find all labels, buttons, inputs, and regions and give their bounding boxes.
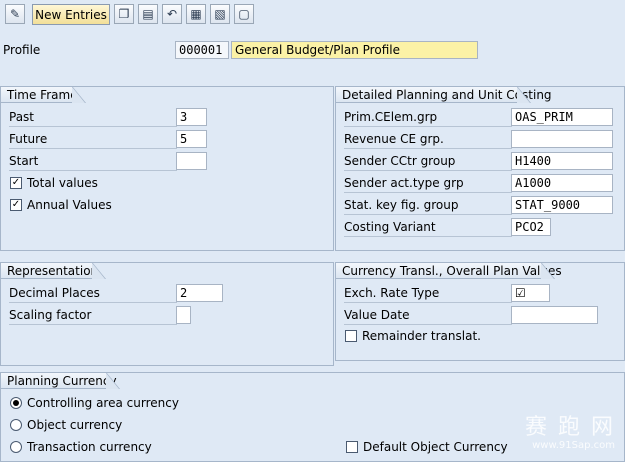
value-date-label: Value Date (344, 306, 512, 325)
revenue-ce-grp-label: Revenue CE grp. (344, 130, 512, 149)
currency-translation-title: Currency Transl., Overall Plan Values (336, 262, 562, 279)
future-label: Future (9, 130, 177, 149)
future-input[interactable]: 5 (176, 130, 207, 148)
application-toolbar: ✎ New Entries ❐ ▤ ↶ ▦ ▧ ▢ (0, 0, 625, 29)
transaction-currency-radio[interactable] (10, 441, 22, 453)
start-input[interactable] (176, 152, 207, 170)
detailed-planning-group: Detailed Planning and Unit Costing Prim.… (335, 86, 625, 251)
revenue-ce-grp-input[interactable] (511, 130, 613, 148)
total-values-label: Total values (27, 176, 98, 190)
transaction-currency-label: Transaction currency (27, 440, 152, 454)
currency-translation-group: Currency Transl., Overall Plan Values Ex… (335, 262, 625, 361)
copy-icon[interactable]: ❐ (114, 4, 134, 24)
select-all-icon[interactable]: ▦ (186, 4, 206, 24)
annual-values-label: Annual Values (27, 198, 112, 212)
annual-values-checkbox[interactable]: ✓ (10, 199, 22, 211)
representation-group: Representation Decimal Places 2 Scaling … (0, 262, 334, 366)
pencil-glasses-icon[interactable]: ✎ (5, 4, 25, 24)
scaling-factor-input[interactable] (176, 306, 191, 324)
start-label: Start (9, 152, 177, 171)
watermark: 赛 跑 网 www.91Sap.com (525, 414, 615, 451)
object-currency-radio[interactable] (10, 419, 22, 431)
prim-celem-grp-input[interactable]: OAS_PRIM (511, 108, 613, 126)
planning-currency-title: Planning Currency (1, 372, 120, 389)
detailed-planning-title: Detailed Planning and Unit Costing (336, 86, 552, 103)
total-values-checkbox[interactable]: ✓ (10, 177, 22, 189)
scaling-factor-label: Scaling factor (9, 306, 177, 325)
stat-key-fig-group-input[interactable]: STAT_9000 (511, 196, 613, 214)
controlling-area-currency-label: Controlling area currency (27, 396, 179, 410)
costing-variant-input[interactable]: PCO2 (511, 218, 551, 236)
profile-id-field[interactable]: 000001 (175, 41, 229, 59)
sender-cctr-group-label: Sender CCtr group (344, 152, 512, 171)
watermark-title: 赛 跑 网 (525, 414, 615, 440)
profile-label: Profile (3, 43, 41, 57)
sender-cctr-group-input[interactable]: H1400 (511, 152, 613, 170)
undo-icon[interactable]: ↶ (162, 4, 182, 24)
value-date-input[interactable] (511, 306, 598, 324)
decimal-places-label: Decimal Places (9, 284, 177, 303)
controlling-area-currency-radio[interactable] (10, 397, 22, 409)
sender-act-type-grp-label: Sender act.type grp (344, 174, 512, 193)
time-frame-group: Time Frame Past 3 Future 5 Start ✓ Total… (0, 86, 334, 251)
past-label: Past (9, 108, 177, 127)
new-entries-button[interactable]: New Entries (32, 4, 110, 25)
exch-rate-type-input[interactable]: ☑ (511, 284, 550, 302)
prim-celem-grp-label: Prim.CElem.grp (344, 108, 512, 127)
representation-title: Representation (1, 262, 106, 279)
past-input[interactable]: 3 (176, 108, 207, 126)
object-currency-label: Object currency (27, 418, 123, 432)
deselect-icon[interactable]: ▢ (234, 4, 254, 24)
remainder-translat-checkbox[interactable] (345, 330, 357, 342)
watermark-url: www.91Sap.com (532, 440, 615, 451)
time-frame-title: Time Frame (1, 86, 86, 103)
remainder-translat-label: Remainder translat. (362, 329, 481, 343)
stat-key-fig-group-label: Stat. key fig. group (344, 196, 512, 215)
decimal-places-input[interactable]: 2 (176, 284, 223, 302)
profile-description-field[interactable]: General Budget/Plan Profile (231, 41, 478, 59)
default-object-currency-label: Default Object Currency (363, 440, 508, 454)
exch-rate-type-label: Exch. Rate Type (344, 284, 512, 303)
sender-act-type-grp-input[interactable]: A1000 (511, 174, 613, 192)
select-block-icon[interactable]: ▧ (210, 4, 230, 24)
default-object-currency-checkbox[interactable] (346, 441, 358, 453)
delete-icon[interactable]: ▤ (138, 4, 158, 24)
costing-variant-label: Costing Variant (344, 218, 512, 237)
